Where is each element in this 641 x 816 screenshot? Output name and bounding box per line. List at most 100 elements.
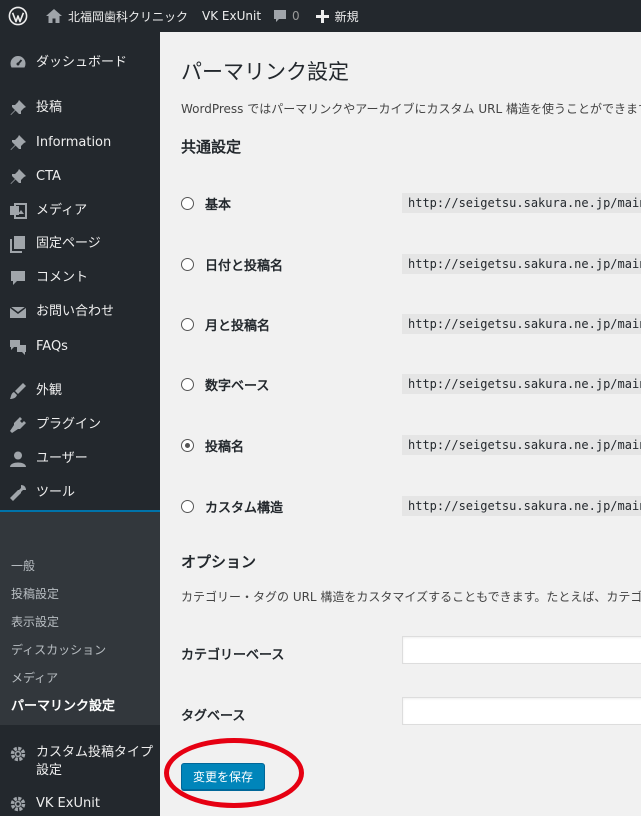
new-content-button[interactable]: 新規 [306, 0, 365, 32]
appearance-icon [0, 382, 36, 400]
category-base-label: カテゴリーベース [181, 648, 285, 663]
gear-icon [0, 795, 36, 813]
submenu-item-discussion[interactable]: ディスカッション [11, 641, 106, 658]
permalink-option-plain[interactable]: 基本 http://seigetsu.sakura.ne.jp/main/ [181, 189, 641, 217]
permalink-url-example: http://seigetsu.sakura.ne.jp/main/ [402, 254, 641, 274]
sidebar-item-label: FAQs [36, 339, 68, 354]
main-content: パーマリンク設定 WordPress ではパーマリンクやアーカイブにカスタム U… [160, 32, 641, 816]
sidebar-item-label: メディア [36, 203, 88, 218]
sidebar-item-label: 投稿 [36, 100, 63, 115]
radio-button-checked[interactable] [181, 438, 194, 452]
permalink-url-example: http://seigetsu.sakura.ne.jp/main/ [402, 496, 641, 516]
pin-icon [0, 134, 36, 152]
sidebar-item-vk-exunit[interactable]: VK ExUnit [0, 791, 160, 816]
mail-icon [0, 303, 36, 321]
sidebar-item-label: ダッシュボード [36, 55, 128, 70]
submenu-item-reading[interactable]: 表示設定 [11, 613, 59, 630]
wordpress-logo-icon [8, 6, 28, 26]
sidebar-item-label: ツール [36, 485, 76, 500]
plugin-icon [0, 416, 36, 434]
permalink-option-label: 数字ベース [205, 378, 270, 394]
radio-button[interactable] [181, 377, 194, 391]
gear-icon [0, 744, 36, 763]
sidebar-item-label: お問い合わせ [36, 304, 115, 319]
radio-button[interactable] [181, 196, 194, 210]
permalink-option-post-name[interactable]: 投稿名 http://seigetsu.sakura.ne.jp/main/ [181, 431, 641, 459]
sidebar-item-pages[interactable]: 固定ページ [0, 229, 160, 259]
sidebar-item-label: カスタム投稿タイプ [36, 745, 154, 760]
tag-base-label: タグベース [181, 709, 246, 724]
sidebar-item-label: 外観 [36, 383, 63, 398]
sidebar-item-posts[interactable]: 投稿 [0, 93, 160, 123]
permalink-intro-text: WordPress ではパーマリンクやアーカイブにカスタム URL 構造を使うこ… [181, 102, 641, 116]
home-icon [46, 9, 62, 23]
tag-base-input[interactable] [402, 697, 641, 725]
permalink-option-label: 日付と投稿名 [205, 258, 284, 274]
sidebar-item-dashboard[interactable]: ダッシュボード [0, 48, 160, 78]
plus-icon [315, 9, 329, 23]
pin-icon [0, 99, 36, 117]
sidebar-item-label: プラグイン [36, 417, 102, 432]
permalink-option-label: 月と投稿名 [205, 318, 271, 334]
sidebar-item-contact[interactable]: お問い合わせ [0, 297, 160, 327]
permalink-option-numeric[interactable]: 数字ベース http://seigetsu.sakura.ne.jp/main/ [181, 370, 641, 398]
permalink-url-example: http://seigetsu.sakura.ne.jp/main/ [402, 374, 641, 394]
permalink-option-label: 基本 [205, 197, 232, 213]
permalink-url-example: http://seigetsu.sakura.ne.jp/main/ [402, 435, 641, 455]
save-changes-button[interactable]: 変更を保存 [181, 763, 265, 790]
sidebar-item-comments[interactable]: コメント [0, 263, 160, 293]
permalink-option-month-name[interactable]: 月と投稿名 http://seigetsu.sakura.ne.jp/main/ [181, 310, 641, 338]
sidebar-item-faqs[interactable]: FAQs [0, 332, 160, 362]
sidebar-item-label: Information [36, 135, 112, 150]
dashboard-icon [0, 54, 36, 72]
settings-submenu: 一般 投稿設定 表示設定 ディスカッション メディア パーマリンク設定 [0, 512, 160, 725]
options-heading: オプション [181, 553, 257, 571]
sidebar-item-custom-post-type[interactable]: カスタム投稿タイプ 設定 [0, 738, 160, 782]
radio-button[interactable] [181, 499, 194, 513]
vk-exunit-link[interactable]: VK ExUnit [194, 0, 267, 32]
common-settings-heading: 共通設定 [181, 138, 242, 156]
sidebar-item-appearance[interactable]: 外観 [0, 376, 160, 406]
site-name: 北福岡歯科クリニック [68, 9, 189, 24]
sidebar-item-media[interactable]: メディア [0, 196, 160, 226]
permalink-option-day-name[interactable]: 日付と投稿名 http://seigetsu.sakura.ne.jp/main… [181, 250, 641, 278]
permalink-url-example: http://seigetsu.sakura.ne.jp/main/ [402, 314, 641, 334]
sidebar-item-tools[interactable]: ツール [0, 478, 160, 508]
sidebar-item-label: CTA [36, 169, 61, 184]
pin-icon [0, 168, 36, 186]
sidebar-item-label: コメント [36, 270, 89, 285]
admin-bar: 北福岡歯科クリニック VK ExUnit 0 新規 [0, 0, 641, 32]
radio-button[interactable] [181, 257, 194, 271]
sidebar-item-cta[interactable]: CTA [0, 162, 160, 192]
wordpress-logo-button[interactable] [0, 0, 40, 32]
media-icon [0, 202, 36, 220]
permalink-option-label: カスタム構造 [205, 500, 284, 516]
options-intro-text: カテゴリー・タグの URL 構造をカスタマイズすることもできます。たとえば、カテ… [181, 590, 641, 604]
sidebar-item-label-line2: 設定 [36, 763, 63, 778]
submenu-item-general[interactable]: 一般 [11, 557, 35, 574]
comments-link[interactable]: 0 [267, 0, 306, 32]
tools-icon [0, 484, 36, 502]
comment-icon [274, 10, 287, 22]
sidebar-item-label: VK ExUnit [36, 796, 100, 811]
sidebar-item-label: 固定ページ [36, 236, 101, 251]
comment-count: 0 [292, 9, 300, 23]
comment-icon [0, 269, 36, 287]
pages-icon [0, 235, 36, 253]
sidebar-item-users[interactable]: ユーザー [0, 444, 160, 474]
permalink-url-example: http://seigetsu.sakura.ne.jp/main/ [402, 193, 641, 213]
page-title: パーマリンク設定 [181, 60, 349, 84]
site-name-link[interactable]: 北福岡歯科クリニック [40, 0, 194, 32]
category-base-input[interactable] [402, 636, 641, 664]
faq-icon [0, 338, 36, 356]
submenu-item-writing[interactable]: 投稿設定 [11, 585, 59, 602]
user-icon [0, 450, 36, 468]
vk-exunit-label: VK ExUnit [202, 9, 262, 23]
sidebar-item-information[interactable]: Information [0, 128, 160, 158]
permalink-option-label: 投稿名 [205, 439, 245, 455]
sidebar-item-plugins[interactable]: プラグイン [0, 410, 160, 440]
submenu-item-permalinks[interactable]: パーマリンク設定 [11, 695, 115, 714]
permalink-option-custom[interactable]: カスタム構造 http://seigetsu.sakura.ne.jp/main… [181, 492, 641, 520]
radio-button[interactable] [181, 317, 194, 331]
submenu-item-media[interactable]: メディア [11, 669, 58, 686]
